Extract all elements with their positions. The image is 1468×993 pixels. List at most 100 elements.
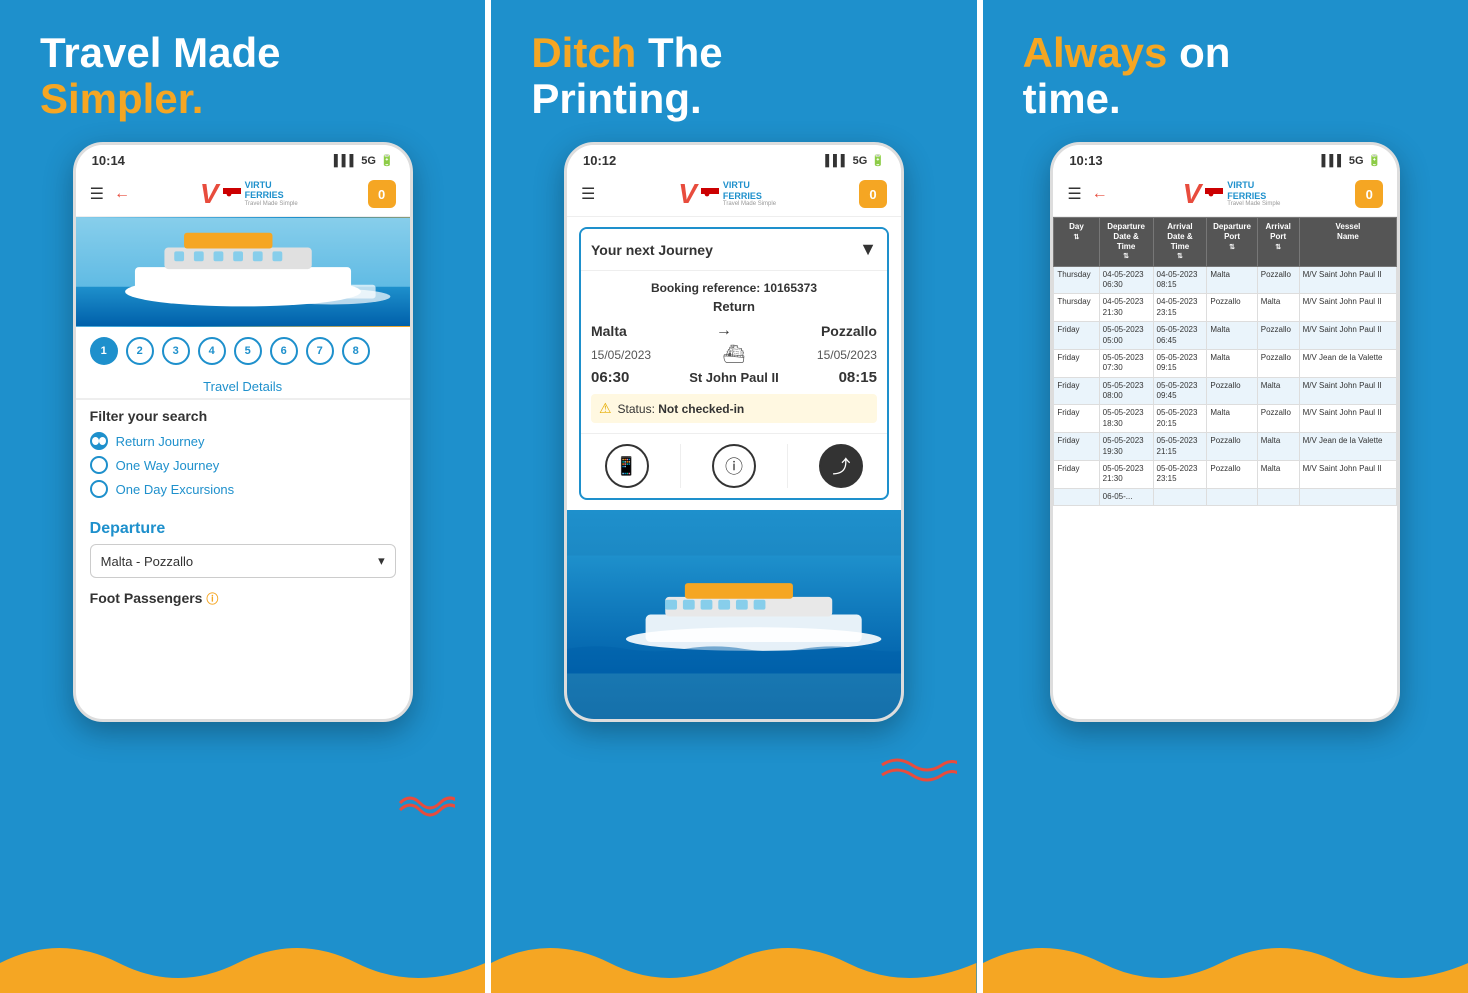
chat-icon-3[interactable]: 0 — [1355, 180, 1383, 208]
table-cell: 05-05-2023 08:00 — [1099, 377, 1153, 405]
radio-return-circle[interactable] — [90, 432, 108, 450]
table-cell: Thursday — [1054, 294, 1099, 322]
table-cell: Malta — [1257, 294, 1299, 322]
share-button[interactable]: ⤴ — [819, 444, 863, 488]
table-cell: 04-05-2023 08:15 — [1153, 266, 1207, 294]
origin: Malta — [591, 323, 627, 339]
network-label-3: 5G — [1349, 155, 1364, 167]
table-cell: Pozzallo — [1207, 294, 1257, 322]
table-cell: M/V Saint John Paul II — [1299, 294, 1397, 322]
logo-v-3: V — [1183, 178, 1202, 210]
back-icon-1[interactable]: ← — [114, 185, 130, 203]
table-cell: M/V Jean de la Valette — [1299, 433, 1397, 461]
table-cell — [1153, 488, 1207, 505]
chat-icon-1[interactable]: 0 — [368, 180, 396, 208]
page-dot-7[interactable]: 7 — [306, 337, 334, 365]
departure-time: 06:30 — [591, 369, 629, 386]
radio-oneway-circle[interactable] — [90, 456, 108, 474]
hamburger-icon-1[interactable]: ☰ — [90, 184, 104, 204]
header-left-icons-2: ☰ — [581, 184, 595, 204]
table-cell: Pozzallo — [1207, 433, 1257, 461]
status-icons-2: ▌▌▌ 5G 🔋 — [825, 154, 885, 167]
table-row: Friday05-05-2023 21:3005-05-2023 23:15Po… — [1054, 461, 1397, 489]
col-departure-port: DeparturePort ⇅ — [1207, 218, 1257, 266]
radio-return-journey[interactable]: Return Journey — [90, 432, 396, 450]
panel-1: Travel Made Simpler. 10:14 ▌▌▌ 5G 🔋 ☰ ← … — [0, 0, 485, 993]
booking-ref: Booking reference: 10165373 — [591, 281, 877, 295]
page-dot-2[interactable]: 2 — [126, 337, 154, 365]
page-dot-1[interactable]: 1 — [90, 337, 118, 365]
header-left-icons-3: ☰ ← — [1067, 184, 1107, 204]
table-row: Friday05-05-2023 18:3005-05-2023 20:15Ma… — [1054, 405, 1397, 433]
table-cell: Pozzallo — [1257, 322, 1299, 350]
info-button[interactable]: ⓘ — [712, 444, 756, 488]
page-dot-5[interactable]: 5 — [234, 337, 262, 365]
table-cell — [1299, 488, 1397, 505]
table-cell: 05-05-2023 23:15 — [1153, 461, 1207, 489]
status-time-3: 10:13 — [1069, 153, 1102, 168]
table-cell: Thursday — [1054, 266, 1099, 294]
table-row: Thursday04-05-2023 06:3004-05-2023 08:15… — [1054, 266, 1397, 294]
table-cell: Friday — [1054, 461, 1099, 489]
departure-section: Departure Malta - Pozzallo ▾ — [76, 512, 410, 586]
app-header-1: ☰ ← V VIRTU FERRIES Travel Made Simple 0 — [76, 172, 410, 217]
status-bar-2: 10:12 ▌▌▌ 5G 🔋 — [567, 145, 901, 172]
table-cell: Malta — [1207, 322, 1257, 350]
info-icon-foot[interactable]: ⓘ — [206, 592, 218, 606]
radio-return-label: Return Journey — [116, 434, 205, 449]
network-label-1: 5G — [361, 155, 376, 167]
panel2-headline-accent: Ditch — [531, 29, 636, 76]
table-cell: 05-05-2023 09:45 — [1153, 377, 1207, 405]
dropdown-icon[interactable]: ▼ — [859, 239, 877, 260]
back-icon-3[interactable]: ← — [1092, 185, 1108, 203]
action-buttons: 📱 ⓘ ⤴ — [581, 433, 887, 498]
route-row: Malta → Pozzallo — [591, 322, 877, 340]
status-bar-3: 10:13 ▌▌▌ 5G 🔋 — [1053, 145, 1397, 172]
table-cell: Pozzallo — [1207, 377, 1257, 405]
arrival-date: 15/05/2023 — [817, 348, 877, 362]
logo-v-1: V — [200, 178, 219, 210]
table-cell: M/V Saint John Paul II — [1299, 405, 1397, 433]
page-dot-3[interactable]: 3 — [162, 337, 190, 365]
timetable-container[interactable]: Day ⇅ DepartureDate &Time ⇅ ArrivalDate … — [1053, 217, 1397, 506]
travel-details-link[interactable]: Travel Details — [76, 375, 410, 398]
radio-excursion-journey[interactable]: One Day Excursions — [90, 480, 396, 498]
qr-code-button[interactable]: 📱 — [605, 444, 649, 488]
foot-passengers-section: Foot Passengers ⓘ — [76, 586, 410, 611]
departure-date: 15/05/2023 — [591, 348, 651, 362]
page-dot-8[interactable]: 8 — [342, 337, 370, 365]
table-cell: Friday — [1054, 405, 1099, 433]
logo-2: V VIRTU FERRIES Travel Made Simple — [678, 178, 776, 210]
logo-1: V VIRTU FERRIES Travel Made Simple — [200, 178, 298, 210]
hamburger-icon-2[interactable]: ☰ — [581, 184, 595, 204]
journey-type-tag: Return — [591, 299, 877, 314]
table-cell: M/V Saint John Paul II — [1299, 322, 1397, 350]
table-row: 06-05-... — [1054, 488, 1397, 505]
chevron-down-icon: ▾ — [378, 553, 385, 569]
qr-icon: 📱 — [615, 456, 637, 477]
wave-bottom-3 — [983, 933, 1468, 993]
panel3-headline-accent: Always — [1023, 29, 1168, 76]
table-cell: 05-05-2023 21:30 — [1099, 461, 1153, 489]
table-cell: M/V Jean de la Valette — [1299, 349, 1397, 377]
logo-v-2: V — [678, 178, 697, 210]
col-arrival-dt: ArrivalDate &Time ⇅ — [1153, 218, 1207, 266]
panel3-headline: Always ontime. — [1003, 30, 1448, 122]
table-row: Friday05-05-2023 08:0005-05-2023 09:45Po… — [1054, 377, 1397, 405]
radio-oneway-journey[interactable]: One Way Journey — [90, 456, 396, 474]
chat-icon-2[interactable]: 0 — [859, 180, 887, 208]
page-dot-6[interactable]: 6 — [270, 337, 298, 365]
table-row: Friday05-05-2023 19:3005-05-2023 21:15Po… — [1054, 433, 1397, 461]
table-cell: Friday — [1054, 377, 1099, 405]
table-cell: Malta — [1257, 461, 1299, 489]
table-cell: M/V Saint John Paul II — [1299, 461, 1397, 489]
ferry-image-1 — [76, 217, 410, 327]
table-cell: Malta — [1207, 349, 1257, 377]
page-dot-4[interactable]: 4 — [198, 337, 226, 365]
panel-2: Ditch ThePrinting. 10:12 ▌▌▌ 5G 🔋 ☰ V — [485, 0, 976, 993]
radio-excursion-circle[interactable] — [90, 480, 108, 498]
hamburger-icon-3[interactable]: ☰ — [1067, 184, 1081, 204]
filter-section: Filter your search Return Journey One Wa… — [76, 399, 410, 512]
departure-select[interactable]: Malta - Pozzallo ▾ — [90, 544, 396, 578]
table-cell: 05-05-2023 21:15 — [1153, 433, 1207, 461]
